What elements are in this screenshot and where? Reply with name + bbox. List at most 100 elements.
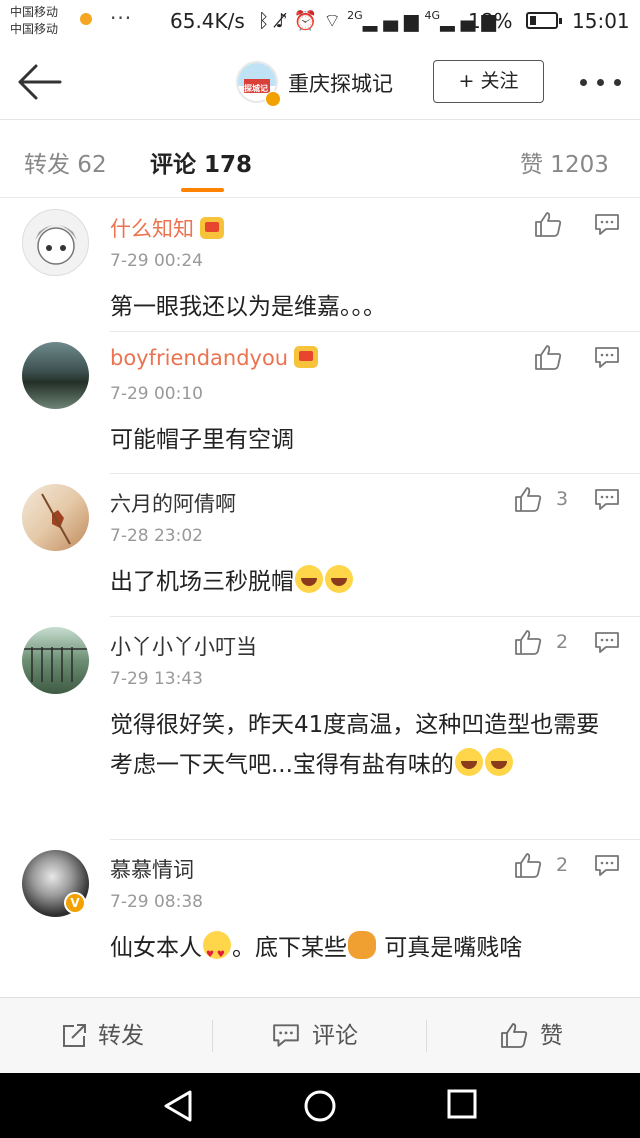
recents-square-icon[interactable] [447, 1089, 477, 1119]
vip-crown-icon [200, 217, 224, 239]
comment-time: 7-29 00:10 [110, 384, 203, 404]
like-icon[interactable] [534, 344, 562, 370]
like-icon[interactable] [534, 211, 562, 237]
comment-time: 7-29 00:24 [110, 251, 203, 271]
comment-button[interactable]: 评论 [272, 998, 358, 1074]
avatar[interactable] [22, 627, 89, 694]
username-text[interactable]: 什么知知 [110, 217, 194, 241]
comment-label: 评论 [312, 1023, 358, 1049]
comment-list: 什么知知 7-29 00:24 第一眼我还以为是维嘉。。。 boyfrienda… [0, 199, 640, 997]
carrier-2: 中国移动 [10, 22, 59, 36]
verified-badge-icon [265, 91, 281, 107]
like-count: 2 [556, 631, 569, 653]
clock: 15:01 [572, 9, 630, 33]
avatar[interactable] [22, 342, 89, 409]
system-nav-bar [0, 1073, 640, 1138]
comment-username[interactable]: 什么知知 [110, 213, 224, 243]
top-nav-bar: 探城记 重庆探城记 + 关注 [0, 44, 640, 120]
reply-icon[interactable] [594, 213, 620, 235]
laugh-cry-emoji-icon [484, 748, 513, 776]
status-bar: 中国移动 中国移动 ··· 65.4K/s ᛒ♪̸⏰⌔2G▂▄▆4G▂▄▆ 18… [0, 0, 640, 44]
comment-text: 可能帽子里有空调 [110, 427, 294, 453]
comment-text-part: 可真是嘴贱啥 [377, 935, 523, 961]
signal-4g-icon: 4G [424, 9, 440, 22]
comment-text-part: 。底下某些 [232, 935, 347, 961]
comment-icon [273, 1024, 299, 1047]
notification-icon [80, 13, 92, 25]
follow-button[interactable]: + 关注 [433, 60, 544, 103]
comment-item: V 慕慕情词 7-29 08:38 仙女本人 。底下某些 可真是嘴贱啥 2 [0, 840, 640, 997]
bluetooth-icon: ᛒ [258, 10, 276, 32]
laugh-cry-emoji-icon [295, 565, 323, 593]
comment-item: boyfriendandyou 7-29 00:10 可能帽子里有空调 [0, 332, 640, 474]
comment-item: 什么知知 7-29 00:24 第一眼我还以为是维嘉。。。 [0, 199, 640, 332]
vip-crown-icon [294, 346, 319, 368]
like-icon [501, 1023, 528, 1048]
comment-text: 仙女本人 。底下某些 可真是嘴贱啥 [110, 928, 620, 975]
status-icons: ᛒ♪̸⏰⌔2G▂▄▆4G▂▄▆ [258, 9, 502, 33]
comment-text: 出了机场三秒脱帽 [110, 562, 620, 602]
tab-likes[interactable]: 赞 1203 [520, 145, 609, 179]
comment-text-part: 仙女本人 [110, 935, 202, 961]
comment-username[interactable]: 慕慕情词 [110, 854, 194, 884]
like-button[interactable]: 赞 [500, 998, 563, 1074]
comment-text: 觉得很好笑，昨天41度高温，这种凹造型也需要考虑一下天气吧...宝得有盐有味的 [110, 705, 620, 785]
wifi-icon: ⌔ [323, 10, 348, 32]
battery-icon [526, 12, 562, 29]
more-notifications-icon: ··· [110, 6, 133, 30]
dog-emoji-icon [348, 931, 376, 959]
comment-time: 7-28 23:02 [110, 526, 203, 546]
signal-2g-icon: 2G [347, 9, 363, 22]
signal-bars-icon: ▂▄▆ [362, 10, 425, 32]
account-name[interactable]: 重庆探城记 [288, 68, 393, 98]
tab-repost[interactable]: 转发 62 [24, 145, 107, 179]
active-tab-indicator [181, 188, 224, 192]
like-icon[interactable] [514, 852, 542, 878]
more-options-icon[interactable] [578, 79, 624, 87]
bottom-action-bar: 转发 评论 赞 [0, 997, 640, 1073]
comment-username[interactable]: 六月的阿倩啊 [110, 488, 236, 518]
comment-time: 7-29 13:43 [110, 669, 203, 689]
comment-text-body: 出了机场三秒脱帽 [110, 569, 294, 595]
reply-icon[interactable] [594, 854, 620, 876]
comment-item: 小丫小丫小叮当 7-29 13:43 觉得很好笑，昨天41度高温，这种凹造型也需… [0, 617, 640, 840]
username-text[interactable]: boyfriendandyou [110, 346, 288, 370]
like-count: 2 [556, 854, 569, 876]
repost-button[interactable]: 转发 [60, 998, 144, 1074]
like-icon[interactable] [514, 629, 542, 655]
reply-icon[interactable] [594, 488, 620, 510]
comment-username[interactable]: 小丫小丫小叮当 [110, 631, 257, 661]
back-triangle-icon[interactable] [162, 1089, 194, 1123]
comment-username[interactable]: boyfriendandyou [110, 346, 319, 370]
like-label: 赞 [540, 1023, 563, 1049]
comment-item: 六月的阿倩啊 7-28 23:02 出了机场三秒脱帽 3 [0, 474, 640, 617]
divider [426, 1020, 427, 1052]
repost-label: 转发 [98, 1023, 144, 1049]
tab-comment[interactable]: 评论 178 [150, 145, 252, 179]
laugh-cry-emoji-icon [325, 565, 353, 593]
avatar[interactable] [22, 209, 89, 276]
reply-icon[interactable] [594, 346, 620, 368]
battery-percent: 18% [468, 9, 513, 33]
like-count: 3 [556, 488, 569, 510]
verified-badge-icon: V [64, 892, 86, 914]
network-speed: 65.4K/s [170, 9, 245, 33]
home-circle-icon[interactable] [303, 1089, 337, 1123]
repost-icon [63, 1024, 86, 1047]
like-icon[interactable] [514, 486, 542, 512]
laugh-cry-emoji-icon [454, 748, 483, 776]
divider [212, 1020, 213, 1052]
tab-bar: 转发 62 评论 178 赞 1203 [0, 120, 640, 198]
reply-icon[interactable] [594, 631, 620, 653]
mute-icon: ♪̸ [275, 10, 294, 32]
carrier-1: 中国移动 [10, 5, 59, 19]
carrier-labels: 中国移动 中国移动 [10, 4, 58, 38]
account-logo-text: 探城记 [244, 84, 268, 93]
back-arrow-icon[interactable] [16, 62, 62, 102]
comment-text-body: 觉得很好笑，昨天41度高温，这种凹造型也需要考虑一下天气吧...宝得有盐有味的 [110, 712, 600, 778]
heart-eyes-emoji-icon [203, 931, 231, 975]
avatar[interactable] [22, 484, 89, 551]
comment-time: 7-29 08:38 [110, 892, 203, 912]
alarm-icon: ⏰ [293, 10, 324, 32]
comment-text: 第一眼我还以为是维嘉。。。 [110, 294, 386, 320]
